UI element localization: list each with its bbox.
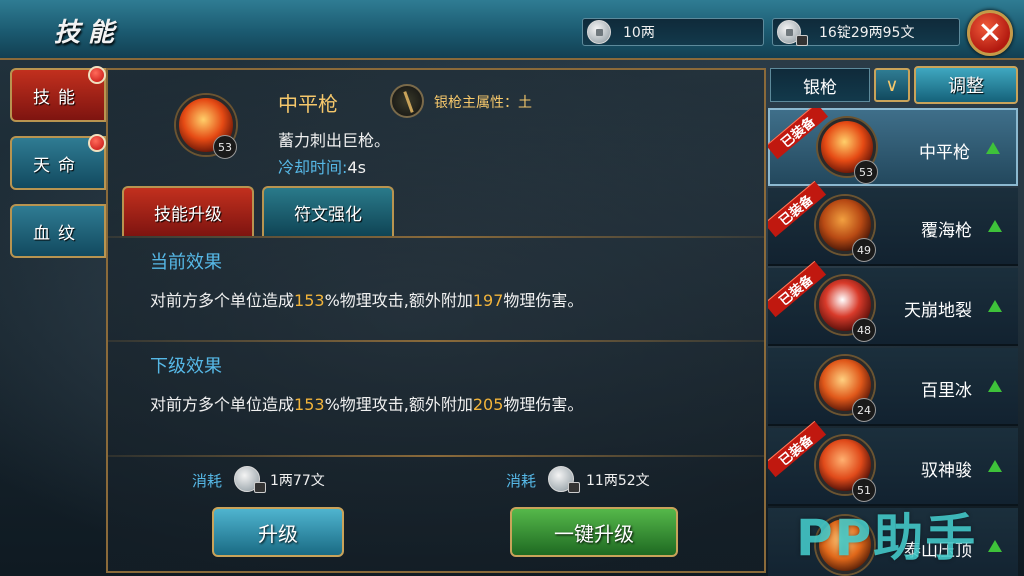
next-effect-title: 下级效果: [150, 356, 222, 377]
chevron-down-icon: ∨: [885, 74, 899, 96]
skill-list-name: 天崩地裂: [904, 301, 972, 321]
bound-amount: 16锭29两95文: [819, 25, 915, 41]
upgrade-cost-label: 消耗: [192, 472, 223, 490]
bound-currency: 16锭29两95文: [772, 18, 960, 46]
skill-list-item[interactable]: 49 已装备 覆海枪: [768, 180, 1018, 266]
notification-dot-icon: [88, 134, 106, 152]
upgrade-arrow-icon: [988, 380, 1002, 392]
dropdown-button[interactable]: ∨: [874, 68, 910, 102]
upgrade-arrow-icon: [986, 142, 1000, 154]
coin-icon: [548, 466, 580, 493]
cooldown-label: 冷却时间:: [278, 158, 348, 177]
watermark: PP助手: [796, 509, 978, 567]
oneclick-cost-label: 消耗: [506, 472, 537, 490]
oneclick-upgrade-button[interactable]: 一键升级: [510, 507, 678, 557]
upgrade-arrow-icon: [988, 300, 1002, 312]
upgrade-arrow-icon: [988, 460, 1002, 472]
close-button[interactable]: ✕: [967, 10, 1013, 56]
side-tab-label: 技能: [33, 87, 83, 108]
silver-coin-icon: [587, 20, 611, 44]
page-title: 技能: [54, 18, 123, 48]
side-tab-label: 天命: [33, 155, 83, 176]
current-effect-title: 当前效果: [150, 252, 222, 273]
upgrade-button[interactable]: 升级: [212, 507, 344, 557]
notification-dot-icon: [88, 66, 106, 84]
weapon-filter-select[interactable]: 银枪: [770, 68, 870, 102]
skill-list-item[interactable]: 48 已装备 天崩地裂: [768, 260, 1018, 346]
divider: [108, 340, 764, 342]
side-tab-bloodline[interactable]: 血纹: [10, 204, 106, 258]
adjust-button[interactable]: 调整: [914, 66, 1018, 104]
divider: [108, 455, 764, 457]
spear-attribute-icon: [390, 84, 424, 118]
oneclick-cost-value: 11两52文: [586, 473, 650, 489]
skill-list-name: 覆海枪: [921, 221, 972, 241]
skill-list-name: 百里冰: [921, 381, 972, 401]
bound-coin-icon: [777, 20, 808, 46]
silver-amount: 10两: [623, 25, 655, 41]
skill-level-badge: 53: [213, 135, 237, 159]
silver-currency: 10两: [582, 18, 764, 46]
next-effect-bonus: 205: [472, 395, 504, 414]
current-effect-percent: 153: [294, 291, 325, 310]
skill-list-name: 驭神骏: [921, 461, 972, 481]
tab-skill-upgrade[interactable]: 技能升级: [122, 186, 254, 236]
upgrade-cost-value: 1两77文: [270, 473, 325, 489]
skill-attribute: 银枪主属性：土: [434, 95, 532, 111]
skill-list-item[interactable]: 51 已装备 驭神骏: [768, 420, 1018, 506]
skill-name: 中平枪: [278, 92, 338, 116]
skill-level-badge: 53: [854, 160, 878, 184]
skill-level-badge: 24: [852, 398, 876, 422]
current-effect-bonus: 197: [472, 291, 504, 310]
cooldown-value: 4s: [347, 158, 366, 177]
skill-list-item[interactable]: 53 已装备 中平枪: [768, 108, 1018, 186]
upgrade-arrow-icon: [988, 540, 1002, 552]
side-tab-skill[interactable]: 技能: [10, 66, 106, 122]
divider: [108, 236, 764, 238]
upgrade-arrow-icon: [988, 220, 1002, 232]
skill-level-badge: 49: [852, 238, 876, 262]
coin-icon: [234, 466, 266, 493]
next-effect-text: 对前方多个单位造成153%物理攻击,额外附加205物理伤害。: [150, 395, 584, 414]
tab-rune-enhance[interactable]: 符文强化: [262, 186, 394, 236]
skill-list-name: 中平枪: [919, 143, 970, 163]
side-tab-label: 血纹: [33, 223, 83, 244]
top-bar: 技能 10两 16锭29两95文 ✕: [0, 0, 1024, 60]
skill-cooldown: 冷却时间:4s: [278, 154, 366, 178]
close-icon: ✕: [977, 15, 1003, 51]
next-effect-percent: 153: [294, 395, 325, 414]
skill-description: 蓄力刺出巨枪。: [278, 131, 391, 150]
skill-level-badge: 48: [852, 318, 876, 342]
skill-list-item[interactable]: 24 百里冰: [768, 348, 1018, 426]
side-tab-destiny[interactable]: 天命: [10, 134, 106, 190]
current-effect-text: 对前方多个单位造成153%物理攻击,额外附加197物理伤害。: [150, 291, 584, 310]
